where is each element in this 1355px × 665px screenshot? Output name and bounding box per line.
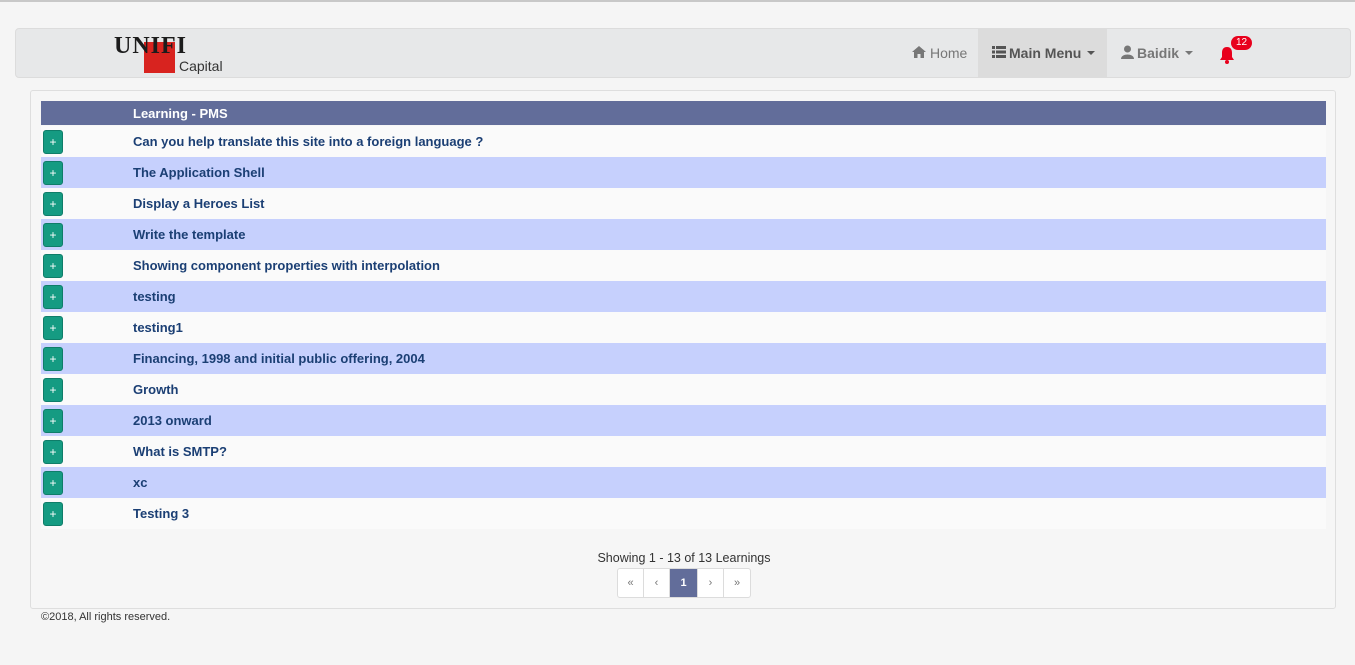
nav-main-menu-label: Main Menu [1009,45,1082,61]
learning-title-link[interactable]: Testing 3 [133,506,189,521]
expand-button[interactable]: + [43,439,63,464]
expand-button[interactable]: + [43,222,63,247]
expand-button[interactable]: + [43,129,63,154]
learning-title-link[interactable]: What is SMTP? [133,444,227,459]
notification-count-badge: 12 [1231,36,1253,50]
expand-button[interactable]: + [43,346,63,371]
table-row: + Write the template [41,219,1326,250]
chevron-down-icon [1087,51,1096,55]
nav-main-menu[interactable]: Main Menu [978,29,1107,77]
pagination-page-current[interactable]: 1 [670,569,698,597]
pagination-summary: Showing 1 - 13 of 13 Learnings [597,551,771,565]
learnings-panel: Learning - PMS + Can you help translate … [30,90,1336,609]
expand-button[interactable]: + [43,315,63,340]
learning-title-link[interactable]: Can you help translate this site into a … [133,134,483,149]
table-row: + testing [41,281,1326,312]
expand-button[interactable]: + [43,501,63,526]
table-row: + What is SMTP? [41,436,1326,467]
learning-title-link[interactable]: testing1 [133,320,183,335]
expand-button[interactable]: + [43,160,63,185]
brand-logo[interactable]: UNIFI Capital [114,34,234,74]
chevron-down-icon [1185,51,1194,55]
expand-button[interactable]: + [43,377,63,402]
learnings-table: Learning - PMS + Can you help translate … [41,101,1326,529]
pagination-prev[interactable]: ‹ [644,569,670,597]
nav-user-menu[interactable]: Baidik [1121,29,1194,77]
table-row: + xc [41,467,1326,498]
expand-button[interactable]: + [43,408,63,433]
learning-title-link[interactable]: 2013 onward [133,413,212,428]
learning-title-link[interactable]: Showing component properties with interp… [133,258,440,273]
nav-user-label: Baidik [1137,45,1180,61]
header-title: Learning - PMS [133,105,228,121]
pagination-last[interactable]: » [724,569,750,597]
bell-icon [1218,46,1236,67]
expand-button[interactable]: + [43,470,63,495]
table-row: + Testing 3 [41,498,1326,529]
table-row: + Display a Heroes List [41,188,1326,219]
home-icon [911,45,927,62]
logo-subtitle: Capital [179,58,223,74]
pagination-next[interactable]: › [698,569,724,597]
logo-wordmark: UNIFI [114,33,188,59]
table-row: + Financing, 1998 and initial public off… [41,343,1326,374]
learning-title-link[interactable]: testing [133,289,176,304]
notifications-button[interactable]: 12 [1216,29,1253,77]
list-icon [992,45,1006,61]
learning-title-link[interactable]: xc [133,475,147,490]
table-row: + 2013 onward [41,405,1326,436]
table-row: + Showing component properties with inte… [41,250,1326,281]
user-icon [1121,45,1134,62]
footer-copyright: ©2018, All rights reserved. [41,611,171,623]
top-border [0,0,1355,2]
learning-title-link[interactable]: Financing, 1998 and initial public offer… [133,351,425,366]
nav-home[interactable]: Home [911,29,967,77]
nav-home-label: Home [930,45,968,61]
table-row: + testing1 [41,312,1326,343]
learning-title-link[interactable]: Write the template [133,227,245,242]
table-row: + Can you help translate this site into … [41,126,1326,157]
table-row: + The Application Shell [41,157,1326,188]
pagination: « ‹ 1 › » [617,568,751,598]
expand-button[interactable]: + [43,253,63,278]
learning-title-link[interactable]: Display a Heroes List [133,196,265,211]
learning-title-link[interactable]: Growth [133,382,179,397]
navbar: UNIFI Capital Home Main Menu Baidik 12 [15,28,1351,78]
expand-button[interactable]: + [43,284,63,309]
table-header: Learning - PMS [41,101,1326,125]
learning-title-link[interactable]: The Application Shell [133,165,265,180]
table-row: + Growth [41,374,1326,405]
expand-button[interactable]: + [43,191,63,216]
pagination-first[interactable]: « [618,569,644,597]
